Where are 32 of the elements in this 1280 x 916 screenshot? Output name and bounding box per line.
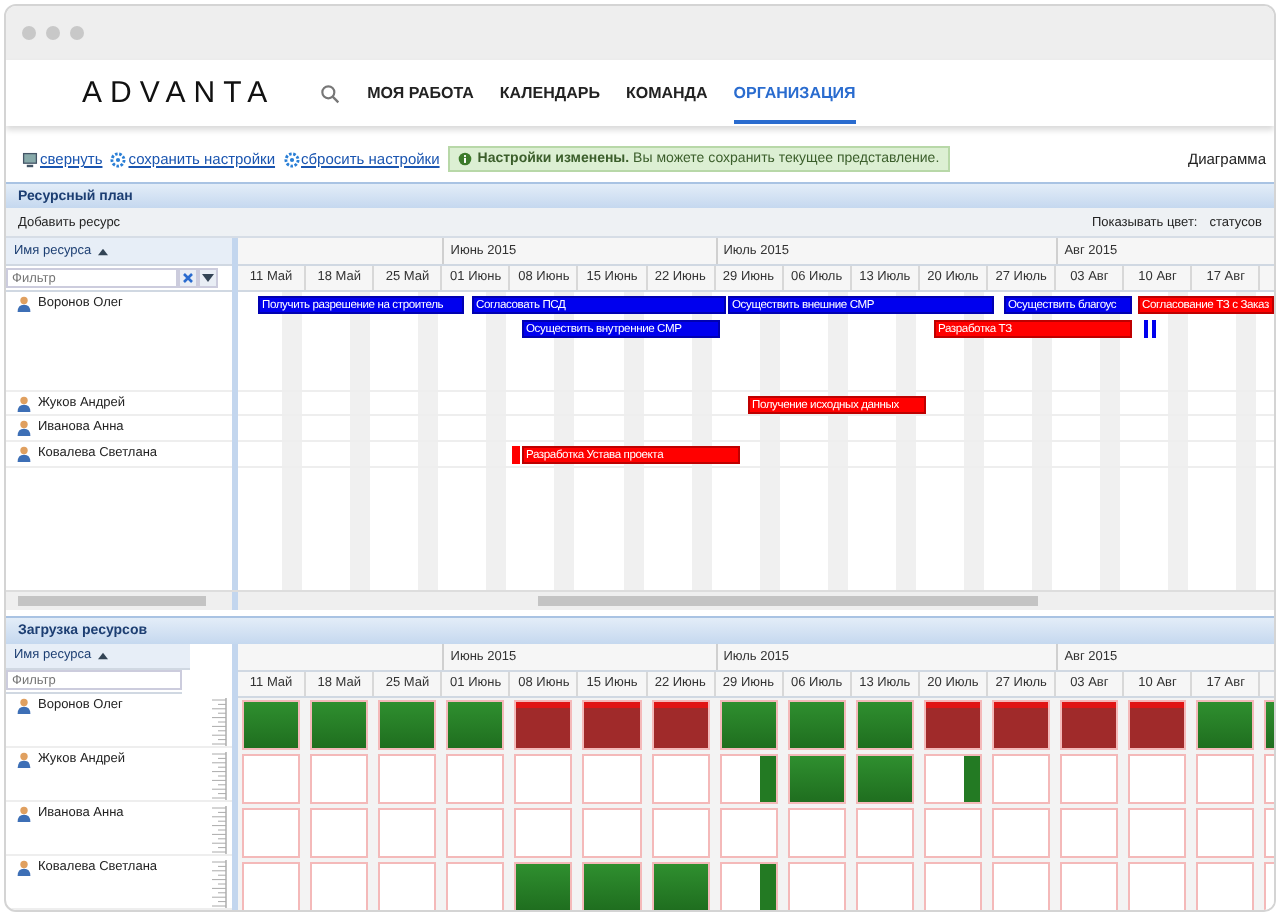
gear-icon bbox=[110, 151, 127, 167]
window-dot-icon bbox=[70, 26, 84, 40]
user-icon bbox=[16, 420, 32, 436]
user-icon bbox=[16, 698, 32, 714]
user-icon bbox=[16, 860, 32, 876]
window-dot-icon bbox=[22, 26, 36, 40]
sort-arrow-icon bbox=[97, 247, 108, 255]
nav-tab[interactable]: МОЯ РАБОТА bbox=[367, 62, 474, 124]
sort-arrow-icon bbox=[97, 651, 108, 660]
user-icon bbox=[16, 446, 32, 462]
horizontal-scrollbar[interactable] bbox=[6, 592, 232, 610]
logo[interactable]: ADVANTA bbox=[82, 75, 276, 111]
nav-tab[interactable]: КАЛЕНДАРЬ bbox=[499, 62, 600, 124]
gear-icon bbox=[283, 151, 300, 167]
dropdown-icon[interactable] bbox=[198, 268, 218, 288]
search-icon[interactable] bbox=[319, 83, 340, 103]
horizontal-scrollbar[interactable] bbox=[238, 592, 1274, 610]
user-icon bbox=[16, 806, 32, 822]
nav-tab[interactable]: ОРГАНИЗАЦИЯ bbox=[733, 62, 856, 124]
window-dot-icon bbox=[46, 26, 60, 40]
user-icon bbox=[16, 296, 32, 312]
task-marker[interactable] bbox=[1144, 320, 1156, 338]
monitor-icon bbox=[22, 151, 38, 167]
load-scale-drawing bbox=[208, 860, 228, 908]
clear-filter-icon[interactable] bbox=[178, 268, 198, 288]
nav-tab[interactable]: КОМАНДА bbox=[625, 62, 708, 124]
load-scale-drawing bbox=[208, 806, 228, 854]
info-icon bbox=[457, 152, 472, 166]
user-icon bbox=[16, 752, 32, 768]
load-scale-drawing bbox=[208, 752, 228, 800]
user-icon bbox=[16, 396, 32, 412]
load-scale-drawing bbox=[208, 698, 228, 746]
